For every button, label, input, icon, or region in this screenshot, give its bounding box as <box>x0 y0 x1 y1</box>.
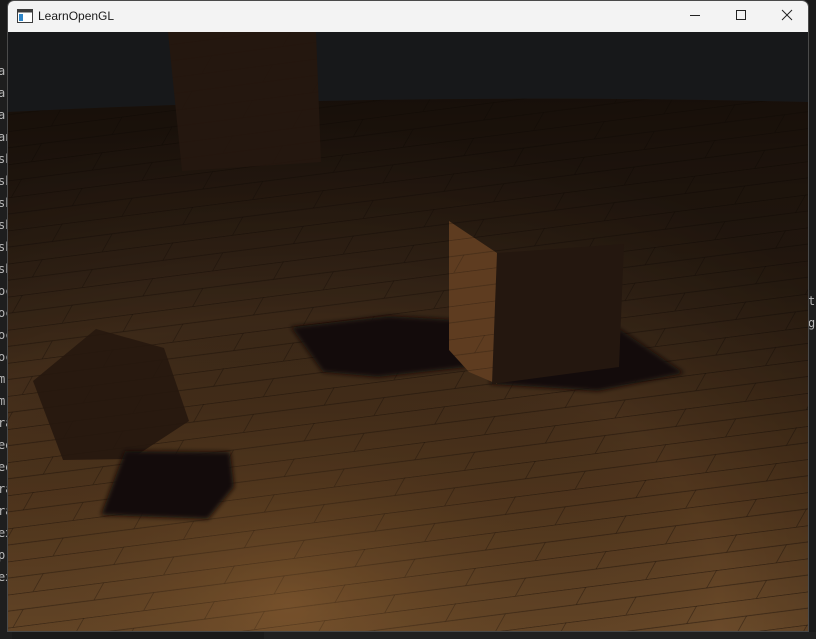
background-editor-glyph: g <box>808 316 816 330</box>
background-editor-right-strip: tg <box>808 290 816 340</box>
learnopengl-window[interactable]: LearnOpenGL <box>7 0 809 632</box>
rendered-scene <box>8 32 808 631</box>
window-title: LearnOpenGL <box>38 9 115 23</box>
background-taskbar-edge <box>264 632 816 639</box>
close-button[interactable] <box>764 1 808 32</box>
background-editor-glyph: t <box>808 294 816 308</box>
maximize-icon <box>735 8 747 26</box>
app-window-icon <box>17 9 33 23</box>
title-bar[interactable]: LearnOpenGL <box>8 1 808 32</box>
maximize-button[interactable] <box>718 1 764 32</box>
close-icon <box>781 8 793 26</box>
minimize-button[interactable] <box>672 1 718 32</box>
minimize-icon <box>689 8 701 26</box>
opengl-viewport[interactable] <box>8 32 808 631</box>
